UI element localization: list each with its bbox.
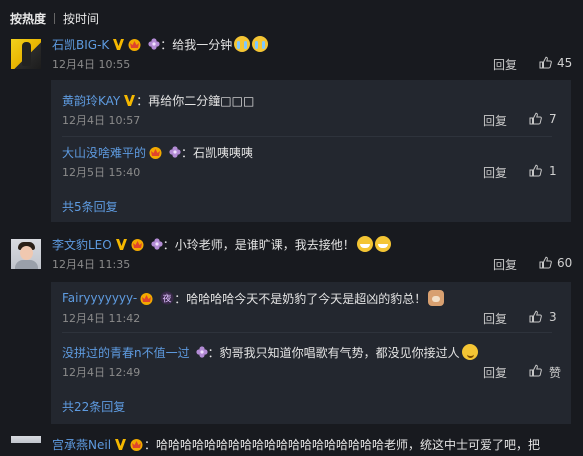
reply-item: 大山没啥难平的 ：石凯咦咦咦 12月5日 15:40 回复 1: [62, 144, 567, 181]
username[interactable]: 李文豹LEO: [52, 236, 112, 253]
reply-header: 黄韵玲KAY ：再给你二分鐘□□□: [62, 92, 254, 108]
crown-badge-icon: [130, 238, 145, 251]
comment-item: 宫承燕Neil ：哈哈哈哈哈哈哈哈哈哈哈哈哈哈哈哈哈哈哈老师，统这中士可爱了吧，…: [0, 436, 583, 456]
divider: [62, 136, 552, 137]
crown-badge-icon: [127, 38, 142, 51]
flower-badge-icon: [151, 238, 163, 250]
reply-button[interactable]: 回复: [483, 364, 507, 381]
username[interactable]: 大山没啥难平的: [62, 144, 146, 161]
comment-meta: 12月4日 10:55 回复 45: [52, 56, 573, 73]
comment-item: 石凯BIG-K ：给我一分钟 12月4日 10:55 回复 45 黄韵玲KAY …: [0, 36, 583, 222]
night-badge-icon: 夜: [160, 291, 174, 305]
reply-button[interactable]: 回复: [483, 164, 507, 181]
comment-text: ：小玲老师，是谁旷课，我去接他！: [162, 237, 355, 252]
comment-text: ：哈哈哈哈哈哈哈哈哈哈哈哈哈哈哈哈哈哈哈老师，统这中士可爱了吧，把: [144, 437, 541, 452]
like-count: 3: [549, 310, 557, 324]
thumbs-up-icon[interactable]: [539, 256, 552, 269]
comment-text: ：给我一分钟: [160, 37, 233, 52]
smirking-emoji-icon: [461, 344, 478, 360]
reply-box: Fairyyyyyyy- 夜 ：哈哈哈哈今天不是奶豹了今天是超凶的豹总！ 12月…: [51, 282, 571, 424]
username[interactable]: 宫承燕Neil: [52, 436, 111, 453]
reply-button[interactable]: 回复: [493, 256, 517, 273]
username[interactable]: Fairyyyyyyy-: [62, 291, 137, 305]
thumbs-up-icon[interactable]: [529, 112, 542, 125]
crying-emoji-icon: [252, 36, 269, 52]
reply-box: 黄韵玲KAY ：再给你二分鐘□□□ 12月4日 10:57 回复 7 大山没啥难…: [51, 80, 571, 222]
timestamp: 12月4日 11:42: [62, 312, 141, 325]
tab-by-time[interactable]: 按时间: [63, 10, 99, 27]
flower-badge-icon: [148, 38, 160, 50]
thumbs-up-icon[interactable]: [529, 310, 542, 323]
comment-item: 李文豹LEO ：小玲老师，是谁旷课，我去接他！ 12月4日 11:35 回复 6…: [0, 236, 583, 432]
reply-item: 没拼过的青春n不值一过 ：豹哥我只知道你唱歌有气势，都没见你接过人 12月4日 …: [62, 344, 567, 380]
reply-meta: 12月4日 12:49 回复 赞: [62, 364, 567, 381]
thumbs-up-icon[interactable]: [539, 56, 552, 69]
sort-tabs: 按热度 按时间: [10, 10, 99, 26]
view-all-replies-link[interactable]: 共5条回复: [62, 198, 118, 215]
like-count: 赞: [549, 366, 562, 380]
crying-emoji-icon: [234, 36, 251, 52]
timestamp: 12月5日 15:40: [62, 166, 141, 179]
reply-header: 没拼过的青春n不值一过 ：豹哥我只知道你唱歌有气势，都没见你接过人: [62, 344, 478, 360]
timestamp: 12月4日 11:35: [52, 258, 131, 271]
timestamp: 12月4日 10:55: [52, 58, 131, 71]
reply-item: 黄韵玲KAY ：再给你二分鐘□□□ 12月4日 10:57 回复 7: [62, 92, 567, 129]
username[interactable]: 黄韵玲KAY: [62, 92, 120, 109]
crown-badge-icon: [139, 292, 154, 305]
like-count: 1: [549, 164, 557, 178]
reply-text: ：哈哈哈哈今天不是奶豹了今天是超凶的豹总！: [174, 291, 427, 306]
reply-text: ：石凯咦咦咦: [181, 145, 254, 160]
avatar[interactable]: [11, 39, 41, 69]
flower-badge-icon: [196, 346, 208, 358]
username[interactable]: 石凯BIG-K: [52, 36, 109, 53]
timestamp: 12月4日 12:49: [62, 366, 141, 379]
reply-meta: 12月5日 15:40 回复 1: [62, 164, 567, 181]
verified-v-icon: [123, 94, 136, 107]
reply-button[interactable]: 回复: [483, 310, 507, 327]
reply-item: Fairyyyyyyy- 夜 ：哈哈哈哈今天不是奶豹了今天是超凶的豹总！ 12月…: [62, 290, 567, 326]
reply-meta: 12月4日 11:42 回复 3: [62, 310, 567, 327]
view-all-replies-link[interactable]: 共22条回复: [62, 398, 125, 415]
verified-v-icon: [115, 238, 128, 251]
like-count: 45: [557, 56, 573, 70]
comment-header: 石凯BIG-K ：给我一分钟: [52, 36, 269, 53]
verified-v-icon: [114, 438, 127, 451]
reply-meta: 12月4日 10:57 回复 7: [62, 112, 567, 129]
thumbs-up-icon[interactable]: [529, 164, 542, 177]
reply-text: ：再给你二分鐘□□□: [136, 93, 255, 108]
reply-button[interactable]: 回复: [493, 56, 517, 73]
grinning-emoji-icon: [374, 236, 391, 252]
svg-text:夜: 夜: [163, 293, 172, 305]
reply-header: 大山没啥难平的 ：石凯咦咦咦: [62, 144, 253, 160]
reply-button[interactable]: 回复: [483, 112, 507, 129]
tab-divider: [54, 12, 56, 24]
avatar[interactable]: [11, 436, 41, 443]
comment-meta: 12月4日 11:35 回复 60: [52, 256, 573, 273]
thumbs-up-icon[interactable]: [529, 364, 542, 377]
avatar[interactable]: [11, 239, 41, 269]
reply-header: Fairyyyyyyy- 夜 ：哈哈哈哈今天不是奶豹了今天是超凶的豹总！: [62, 290, 445, 306]
comment-header: 宫承燕Neil ：哈哈哈哈哈哈哈哈哈哈哈哈哈哈哈哈哈哈哈老师，统这中士可爱了吧，…: [52, 436, 540, 452]
comment-header: 李文豹LEO ：小玲老师，是谁旷课，我去接他！: [52, 236, 391, 252]
like-count: 60: [557, 256, 573, 270]
reply-text: ：豹哥我只知道你唱歌有气势，都没见你接过人: [207, 345, 460, 360]
verified-v-icon: [112, 38, 125, 51]
crown-badge-icon: [148, 146, 163, 159]
crown-badge-icon: [129, 438, 144, 451]
timestamp: 12月4日 10:57: [62, 114, 141, 127]
flower-badge-icon: [169, 146, 181, 158]
like-count: 7: [549, 112, 557, 126]
tab-by-popularity[interactable]: 按热度: [10, 10, 46, 27]
divider: [62, 332, 552, 333]
cat-emoji-icon: [428, 290, 445, 306]
username[interactable]: 没拼过的青春n不值一过: [62, 344, 190, 361]
grinning-emoji-icon: [356, 236, 373, 252]
